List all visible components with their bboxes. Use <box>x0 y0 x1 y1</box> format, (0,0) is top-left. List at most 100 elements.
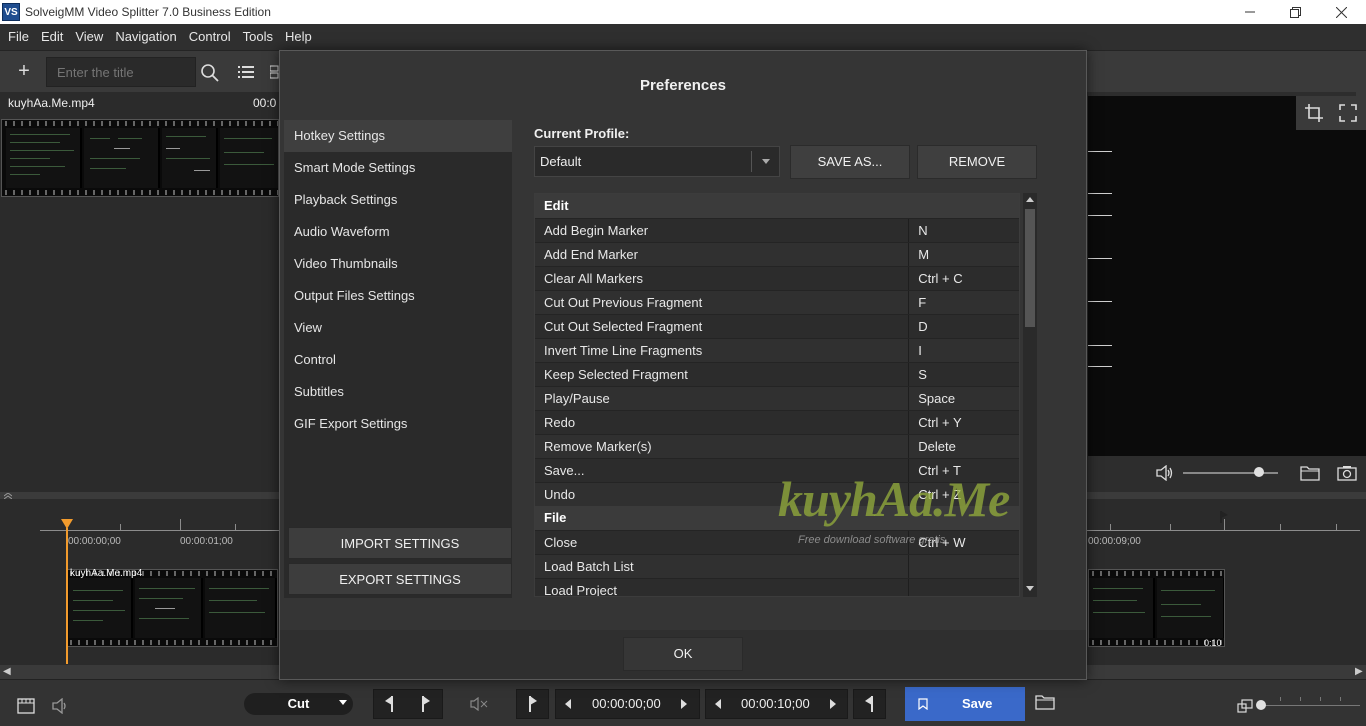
save-button[interactable]: Save <box>905 687 1025 721</box>
table-row[interactable]: Close Ctrl + W <box>535 530 1019 554</box>
hotkey-key[interactable]: Space <box>909 387 1019 410</box>
nav-smart-mode-settings[interactable]: Smart Mode Settings <box>284 152 512 184</box>
chevron-down-icon[interactable] <box>339 700 347 705</box>
hotkey-key[interactable]: Ctrl + Y <box>909 411 1019 434</box>
nav-playback-settings[interactable]: Playback Settings <box>284 184 512 216</box>
table-row[interactable]: Remove Marker(s) Delete <box>535 434 1019 458</box>
previous-frame-icon[interactable] <box>565 699 571 709</box>
scrollbar-thumb[interactable] <box>1025 209 1035 327</box>
table-row[interactable]: Cut Out Previous Fragment F <box>535 290 1019 314</box>
table-row[interactable]: Undo Ctrl + Z <box>535 482 1019 506</box>
hotkey-key[interactable] <box>909 555 1019 578</box>
zoom-fit-icon[interactable] <box>1237 699 1253 713</box>
menu-tools[interactable]: Tools <box>237 24 279 50</box>
output-folder-icon[interactable] <box>1035 694 1055 710</box>
nav-view[interactable]: View <box>284 312 512 344</box>
menu-edit[interactable]: Edit <box>35 24 69 50</box>
table-row[interactable]: Add Begin Marker N <box>535 218 1019 242</box>
hotkey-key[interactable]: Ctrl + T <box>909 459 1019 482</box>
hotkey-key[interactable]: Delete <box>909 435 1019 458</box>
chevron-down-icon[interactable] <box>762 159 770 164</box>
table-row[interactable]: Save... Ctrl + T <box>535 458 1019 482</box>
table-row[interactable]: Cut Out Selected Fragment D <box>535 314 1019 338</box>
menu-navigation[interactable]: Navigation <box>109 24 182 50</box>
restore-icon[interactable] <box>1272 0 1318 24</box>
nav-gif-export-settings[interactable]: GIF Export Settings <box>284 408 512 440</box>
hotkey-key[interactable]: F <box>909 291 1019 314</box>
table-row[interactable]: Clear All Markers Ctrl + C <box>535 266 1019 290</box>
table-row[interactable]: Add End Marker M <box>535 242 1019 266</box>
table-row[interactable]: Redo Ctrl + Y <box>535 410 1019 434</box>
close-icon[interactable] <box>1318 0 1364 24</box>
table-row[interactable]: Keep Selected Fragment S <box>535 362 1019 386</box>
volume-slider-handle[interactable] <box>1254 467 1264 477</box>
hotkey-key[interactable]: Ctrl + C <box>909 267 1019 290</box>
film-icon[interactable] <box>17 698 35 714</box>
end-timecode[interactable]: 00:00:10;00 <box>741 689 810 719</box>
export-settings-button[interactable]: EXPORT SETTINGS <box>288 563 512 595</box>
go-to-begin-icon[interactable] <box>527 695 539 713</box>
profile-select[interactable]: Default <box>534 146 780 177</box>
mute-icon[interactable] <box>470 697 488 711</box>
save-as-button[interactable]: SAVE AS... <box>790 145 910 179</box>
scroll-right-icon[interactable]: ▶ <box>1355 666 1363 677</box>
scroll-up-icon[interactable] <box>1026 197 1034 202</box>
minimize-icon[interactable] <box>1227 0 1273 24</box>
begin-marker-icon[interactable] <box>384 695 396 713</box>
hotkey-key[interactable] <box>909 579 1019 596</box>
import-settings-button[interactable]: IMPORT SETTINGS <box>288 527 512 559</box>
playhead-handle-icon[interactable] <box>61 519 73 529</box>
hotkey-key[interactable]: N <box>909 219 1019 242</box>
crop-icon[interactable] <box>1304 103 1324 123</box>
camera-icon[interactable] <box>1337 465 1357 481</box>
remove-button[interactable]: REMOVE <box>917 145 1037 179</box>
volume-icon[interactable] <box>1156 465 1174 481</box>
table-row[interactable]: Play/Pause Space <box>535 386 1019 410</box>
hotkey-key[interactable]: Ctrl + Z <box>909 483 1019 506</box>
start-timecode[interactable]: 00:00:00;00 <box>592 689 661 719</box>
scroll-left-icon[interactable]: ◀ <box>3 666 11 677</box>
zoom-slider-handle[interactable] <box>1256 700 1266 710</box>
hotkey-key[interactable]: I <box>909 339 1019 362</box>
timeline-clip[interactable] <box>66 569 278 647</box>
nav-hotkey-settings[interactable]: Hotkey Settings <box>284 120 512 152</box>
folder-icon[interactable] <box>1300 465 1320 481</box>
hotkey-key[interactable]: Ctrl + W <box>909 531 1019 554</box>
go-to-end-icon[interactable] <box>864 695 876 713</box>
timeline-clip[interactable] <box>1088 569 1225 647</box>
scroll-down-icon[interactable] <box>1026 586 1034 591</box>
zoom-slider[interactable] <box>1260 705 1360 706</box>
video-preview[interactable] <box>1088 96 1366 456</box>
previous-frame-icon[interactable] <box>715 699 721 709</box>
hotkey-key[interactable]: M <box>909 243 1019 266</box>
search-input[interactable] <box>46 57 196 87</box>
menu-help[interactable]: Help <box>279 24 318 50</box>
table-row[interactable]: Load Project <box>535 578 1019 596</box>
menu-control[interactable]: Control <box>183 24 237 50</box>
table-row[interactable]: Invert Time Line Fragments I <box>535 338 1019 362</box>
table-row[interactable]: Load Batch List <box>535 554 1019 578</box>
menu-file[interactable]: File <box>2 24 35 50</box>
end-marker-button-icon[interactable] <box>420 695 432 713</box>
nav-control[interactable]: Control <box>284 344 512 376</box>
nav-subtitles[interactable]: Subtitles <box>284 376 512 408</box>
mode-select[interactable]: Cut <box>244 693 353 715</box>
audio-track-icon[interactable] <box>52 698 70 714</box>
film-frame <box>6 128 82 188</box>
fullscreen-icon[interactable] <box>1339 104 1357 122</box>
ok-button[interactable]: OK <box>623 637 743 671</box>
playhead[interactable] <box>66 528 68 664</box>
next-frame-icon[interactable] <box>830 699 836 709</box>
search-icon[interactable] <box>200 63 220 83</box>
hotkey-key[interactable]: D <box>909 315 1019 338</box>
media-thumbnail[interactable] <box>1 119 279 197</box>
menu-view[interactable]: View <box>69 24 109 50</box>
nav-output-files-settings[interactable]: Output Files Settings <box>284 280 512 312</box>
hotkey-key[interactable]: S <box>909 363 1019 386</box>
next-frame-icon[interactable] <box>681 699 687 709</box>
nav-audio-waveform[interactable]: Audio Waveform <box>284 216 512 248</box>
list-view-icon[interactable] <box>238 64 256 80</box>
nav-video-thumbnails[interactable]: Video Thumbnails <box>284 248 512 280</box>
plus-icon[interactable]: + <box>12 61 36 83</box>
end-marker-icon[interactable] <box>1219 510 1229 524</box>
